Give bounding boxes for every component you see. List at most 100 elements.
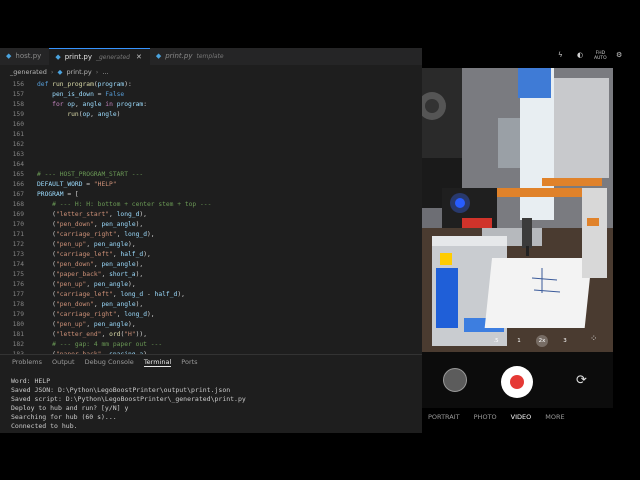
terminal-line: Deploy to hub and run? [y/N] y xyxy=(11,404,129,412)
mode-portrait[interactable]: PORTRAIT xyxy=(428,413,460,421)
tab-print-py-template[interactable]: ◆ print.py template xyxy=(150,48,232,65)
mode-video[interactable]: VIDEO xyxy=(511,413,532,421)
code-text: ("pen_down", pen_angle), xyxy=(37,261,144,268)
terminal-line: Saved script: D:\Python\LegoBoostPrinter… xyxy=(11,395,246,403)
code-text: ("pen_up", pen_angle), xyxy=(37,321,136,328)
code-text: # --- HOST_PROGRAM_START --- xyxy=(37,171,144,178)
panel-tab-bar: Problems Output Debug Console Terminal P… xyxy=(0,355,422,369)
line-number: 159 xyxy=(12,111,24,118)
tab-terminal[interactable]: Terminal xyxy=(143,358,172,367)
line-number: 161 xyxy=(12,131,24,138)
terminal-line: Connected to hub. xyxy=(11,422,78,430)
python-file-icon: ◆ xyxy=(57,68,63,76)
lens-switch-icon[interactable]: ⁘ xyxy=(590,334,598,344)
line-number: 169 xyxy=(12,211,24,218)
line-number: 176 xyxy=(12,281,24,288)
line-number: 174 xyxy=(12,261,24,268)
settings-icon[interactable]: ⚙ xyxy=(616,51,622,59)
code-editor[interactable]: 156 def run_program(program): 157 pen_is_d… xyxy=(0,80,422,378)
line-number: 178 xyxy=(12,301,24,308)
tab-print-py-generated[interactable]: ◆ print.py _generated ✕ xyxy=(49,48,150,65)
line-number: 160 xyxy=(12,121,24,128)
code-text: ("pen_up", pen_angle), xyxy=(37,241,136,248)
hdr-icon[interactable]: ◐ xyxy=(577,51,583,59)
camera-top-bar: ϟ ◐ FHD AUTO ⚙ xyxy=(422,48,640,68)
code-text: PROGRAM = [ xyxy=(37,191,79,198)
code-text: ("pen_down", pen_angle), xyxy=(37,301,144,308)
resolution-mode: AUTO xyxy=(594,56,607,61)
tab-host-py[interactable]: ◆ host.py xyxy=(0,48,49,65)
code-text: ("pen_down", pen_angle), xyxy=(37,221,144,228)
camera-mode-selector: PORTRAIT PHOTO VIDEO MORE xyxy=(422,408,619,426)
code-text: ("carriage_left", long_d - half_d), xyxy=(37,291,185,298)
zoom-option-selected[interactable]: 2x xyxy=(536,335,548,347)
line-number: 175 xyxy=(12,271,24,278)
bottom-panel: Problems Output Debug Console Terminal P… xyxy=(0,354,422,433)
chevron-right-icon: › xyxy=(50,68,54,76)
tab-debug-console[interactable]: Debug Console xyxy=(85,358,134,366)
zoom-option[interactable]: 3 xyxy=(559,335,571,347)
chevron-right-icon: › xyxy=(95,68,99,76)
tab-label: print.py xyxy=(64,52,92,61)
lego-printer-scene xyxy=(422,68,613,352)
tab-problems[interactable]: Problems xyxy=(12,358,42,366)
gallery-thumbnail[interactable] xyxy=(443,368,467,392)
camera-controls: ⟳ xyxy=(422,352,613,408)
code-text: run(op, angle) xyxy=(67,111,121,118)
breadcrumb-symbol[interactable]: ... xyxy=(102,68,108,76)
line-number: 167 xyxy=(12,191,24,198)
line-number: 179 xyxy=(12,311,24,318)
screen-frame: ◆ host.py ◆ print.py _generated ✕ ◆ prin… xyxy=(0,48,640,433)
tab-ports[interactable]: Ports xyxy=(181,358,197,366)
line-number: 158 xyxy=(12,101,24,108)
mode-photo[interactable]: PHOTO xyxy=(474,413,497,421)
line-number: 165 xyxy=(12,171,24,178)
flash-off-icon[interactable]: ϟ xyxy=(558,51,563,59)
zoom-option[interactable]: .5 xyxy=(490,335,502,347)
record-button[interactable] xyxy=(501,366,533,398)
zoom-selector: .5 1 2x 3 xyxy=(490,335,571,347)
line-number: 157 xyxy=(12,91,24,98)
code-text: ("letter_start", long_d), xyxy=(37,211,147,218)
line-number: 170 xyxy=(12,221,24,228)
terminal-line: Word: HELP xyxy=(11,377,51,385)
line-number: 182 xyxy=(12,341,24,348)
breadcrumb: _generated › ◆ print.py › ... xyxy=(0,66,422,78)
line-number: 164 xyxy=(12,161,24,168)
python-file-icon: ◆ xyxy=(6,52,12,60)
code-text: def run_program(program): xyxy=(37,81,132,88)
breadcrumb-folder[interactable]: _generated xyxy=(10,68,47,76)
mode-more[interactable]: MORE xyxy=(545,413,564,421)
breadcrumb-file[interactable]: print.py xyxy=(66,68,91,76)
line-number: 180 xyxy=(12,321,24,328)
tab-label: host.py xyxy=(15,52,42,60)
camera-viewfinder[interactable]: .5 1 2x 3 ⁘ xyxy=(422,68,613,352)
line-number: 166 xyxy=(12,181,24,188)
line-number: 163 xyxy=(12,151,24,158)
code-text: # --- H: H: bottom + center stem + top -… xyxy=(37,201,212,208)
tab-description: _generated xyxy=(95,53,130,61)
terminal-output[interactable]: Word: HELP Saved JSON: D:\Python\LegoBoos… xyxy=(0,369,422,431)
close-icon[interactable]: ✕ xyxy=(136,49,142,66)
code-text: pen_is_down = False xyxy=(52,91,125,98)
line-number: 162 xyxy=(12,141,24,148)
tab-description: template xyxy=(196,53,224,60)
switch-camera-icon[interactable]: ⟳ xyxy=(576,373,587,388)
terminal-line: Searching for hub (60 s)... xyxy=(11,413,117,421)
line-number: 171 xyxy=(12,231,24,238)
line-number: 181 xyxy=(12,331,24,338)
python-file-icon: ◆ xyxy=(155,52,162,60)
code-text: # --- gap: 4 mm paper out --- xyxy=(37,341,163,348)
code-text: ("carriage_right", long_d), xyxy=(37,231,155,238)
code-text: DEFAULT_WORD = "HELP" xyxy=(37,181,117,188)
editor-tab-bar: ◆ host.py ◆ print.py _generated ✕ ◆ prin… xyxy=(0,48,422,65)
line-number: 168 xyxy=(12,201,24,208)
terminal-line: Saved JSON: D:\Python\LegoBoostPrinter\o… xyxy=(11,386,231,394)
record-dot-icon xyxy=(510,375,524,389)
code-text: ("pen_up", pen_angle), xyxy=(37,281,136,288)
tab-output[interactable]: Output xyxy=(52,358,75,366)
code-text: for op, angle in program: xyxy=(52,101,148,108)
line-number: 173 xyxy=(12,251,24,258)
resolution-icon[interactable]: FHD AUTO xyxy=(594,51,607,61)
zoom-option[interactable]: 1 xyxy=(513,335,525,347)
